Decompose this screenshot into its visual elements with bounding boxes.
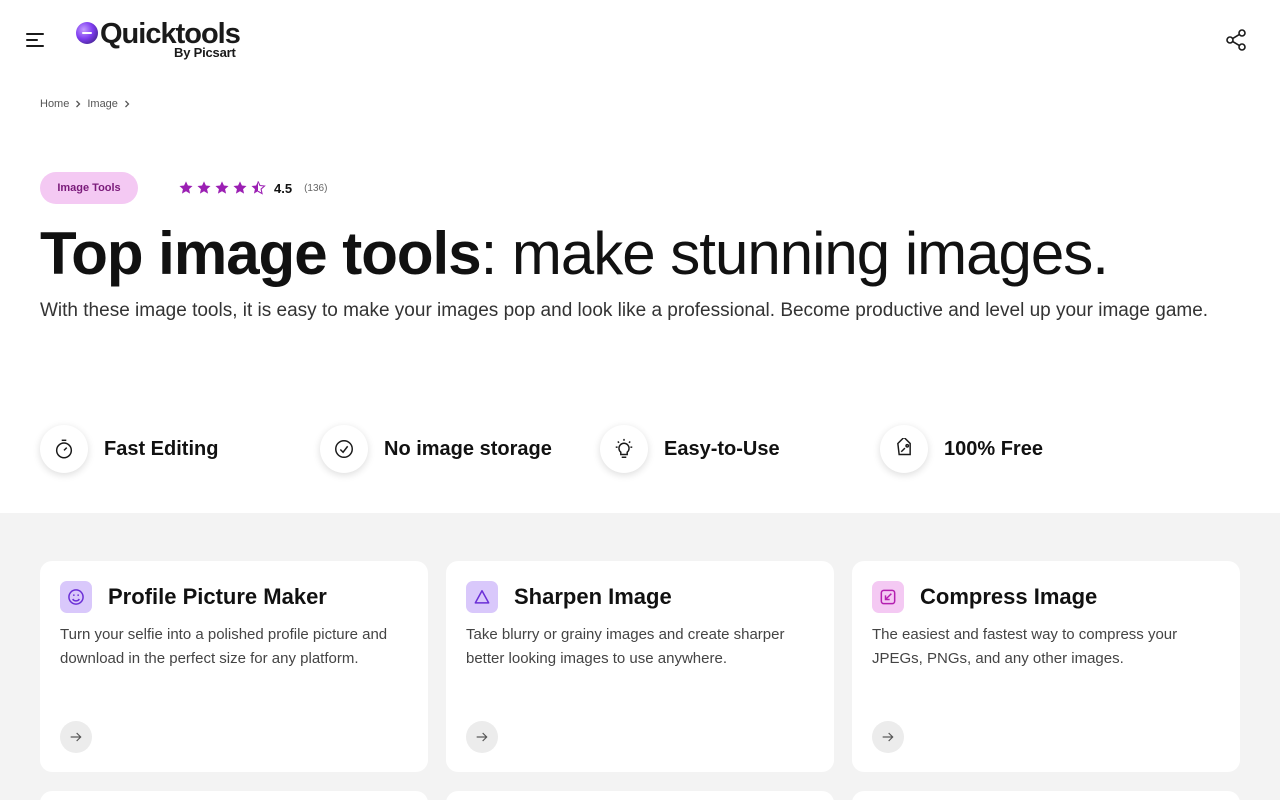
tools-section: Profile Picture Maker Turn your selfie i… <box>0 513 1280 800</box>
feature-easy-to-use: Easy-to-Use <box>600 424 780 474</box>
price-tag-icon <box>880 425 928 473</box>
rating-value: 4.5 <box>274 180 293 196</box>
lightbulb-icon <box>600 425 648 473</box>
arrow-right-icon[interactable] <box>466 721 498 753</box>
check-circle-icon <box>320 425 368 473</box>
feature-free: 100% Free <box>880 424 1043 474</box>
logo-subtitle: By Picsart <box>174 45 236 60</box>
site-header: Quicktools By Picsart <box>0 0 1280 80</box>
breadcrumb-home-link[interactable]: Home <box>40 98 69 110</box>
quicktools-logo[interactable]: Quicktools By Picsart <box>76 18 246 64</box>
breadcrumb: Home Image <box>40 96 136 112</box>
star-icon <box>197 181 211 194</box>
star-rating[interactable] <box>178 180 266 196</box>
arrow-right-icon[interactable] <box>60 721 92 753</box>
category-badge[interactable]: Image Tools <box>40 172 138 204</box>
page-title: Top image tools: make stunning images. <box>40 218 1260 290</box>
chevron-right-icon <box>118 96 136 112</box>
logo-mark-icon <box>76 22 98 44</box>
half-star-icon <box>251 181 266 195</box>
hamburger-menu-icon[interactable] <box>24 28 48 52</box>
tool-card-next-row[interactable] <box>852 791 1240 800</box>
stopwatch-icon <box>40 425 88 473</box>
star-icon <box>233 181 247 194</box>
breadcrumb-image-link[interactable]: Image <box>87 98 118 110</box>
tool-card-compress-image[interactable]: Compress Image The easiest and fastest w… <box>852 561 1240 772</box>
feature-label: Easy-to-Use <box>664 437 780 460</box>
rating: 4.5 (136) <box>178 179 327 197</box>
feature-fast-editing: Fast Editing <box>40 424 218 474</box>
feature-label: 100% Free <box>944 437 1043 460</box>
page-description: With these image tools, it is easy to ma… <box>40 300 1209 321</box>
feature-label: No image storage <box>384 437 552 460</box>
tool-card-profile-picture-maker[interactable]: Profile Picture Maker Turn your selfie i… <box>40 561 428 772</box>
tool-card-description: Turn your selfie into a polished profile… <box>60 626 388 667</box>
tool-card-title: Sharpen Image <box>514 584 672 609</box>
feature-label: Fast Editing <box>104 437 219 460</box>
arrow-right-icon[interactable] <box>872 721 904 753</box>
triangle-icon <box>466 581 498 613</box>
star-icon <box>215 181 229 194</box>
feature-no-image-storage: No image storage <box>320 424 552 474</box>
star-icon <box>179 181 193 194</box>
feature-list: Fast Editing No image storage Easy-to-Us… <box>40 424 1240 474</box>
rating-count: (136) <box>304 182 328 194</box>
share-icon[interactable] <box>1224 28 1248 52</box>
tool-card-sharpen-image[interactable]: Sharpen Image Take blurry or grainy imag… <box>446 561 834 772</box>
tool-card-description: Take blurry or grainy images and create … <box>466 626 785 667</box>
tool-card-description: The easiest and fastest way to compress … <box>872 626 1178 667</box>
tool-card-title: Profile Picture Maker <box>108 584 327 609</box>
page-title-strong: Top image tools <box>40 220 482 287</box>
tool-card-title: Compress Image <box>920 584 1098 609</box>
compress-arrow-icon <box>872 581 904 613</box>
chevron-right-icon <box>69 96 87 112</box>
tool-card-next-row[interactable] <box>446 791 834 800</box>
page-title-rest: : make stunning images. <box>480 220 1109 287</box>
smiley-face-icon <box>60 581 92 613</box>
tool-card-next-row[interactable] <box>40 791 428 800</box>
